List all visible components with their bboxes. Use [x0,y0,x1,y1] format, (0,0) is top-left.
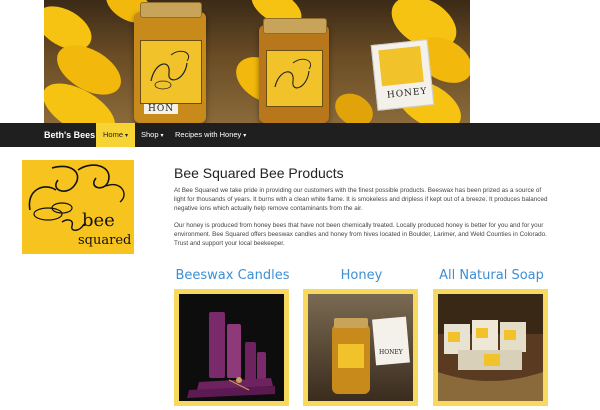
product-title-candles[interactable]: Beeswax Candles [175,268,290,283]
tag-honey-text: HONEY [386,86,429,101]
intro-paragraph: At Bee Squared we take pride in providin… [174,187,548,212]
candles-image [179,294,284,401]
tag-logo [378,46,424,87]
product-card-honey[interactable]: HONEY [303,289,418,406]
soap-image [438,294,543,401]
product-tag: HONEY [370,39,435,111]
honey-card-label: HONEY [379,349,403,356]
brand-link[interactable]: Beth's Bees [44,123,95,147]
bee-logo-icon: bee squared [28,164,131,248]
nav-item-label: Shop [141,130,159,139]
honey-image: HONEY [308,294,413,401]
nav-item-recipes[interactable]: Recipes with Honey ▾ [168,123,253,147]
honey-photo [308,294,413,401]
product-card-soap[interactable] [433,289,548,406]
candles-photo [179,294,284,401]
page-title: Bee Squared Bee Products [174,165,344,181]
logo-text-bee: bee [82,210,115,231]
caret-down-icon: ▾ [125,133,129,139]
caret-down-icon: ▾ [243,133,247,139]
product-title-soap[interactable]: All Natural Soap [434,268,549,283]
nav-item-home[interactable]: Home ▾ [96,123,136,147]
nav-item-label: Recipes with Honey [175,130,242,139]
jar-honey-label: HON [144,104,179,114]
soap-photo [438,294,543,401]
jar-label [266,50,323,107]
navbar: Beth's Bees Home ▾ Shop ▾ Recipes with Hon… [0,123,600,147]
hero-banner: HON HONEY [44,0,470,123]
nav-item-shop[interactable]: Shop ▾ [134,123,171,147]
jar-lid [140,2,202,18]
bee-logo-icon [274,58,311,89]
logo-text-squared: squared [78,233,131,248]
jar-lid [263,18,327,34]
product-card-candles[interactable] [174,289,289,406]
bee-squared-logo: bee squared [22,160,134,254]
sunflower-petal [329,87,379,123]
nav-item-label: Home [103,130,124,139]
jar-label [140,40,202,104]
product-title-honey[interactable]: Honey [304,268,419,283]
honey-paragraph: Our honey is produced from honey bees th… [174,222,547,247]
caret-down-icon: ▾ [160,133,164,139]
bee-logo-icon [150,50,189,90]
